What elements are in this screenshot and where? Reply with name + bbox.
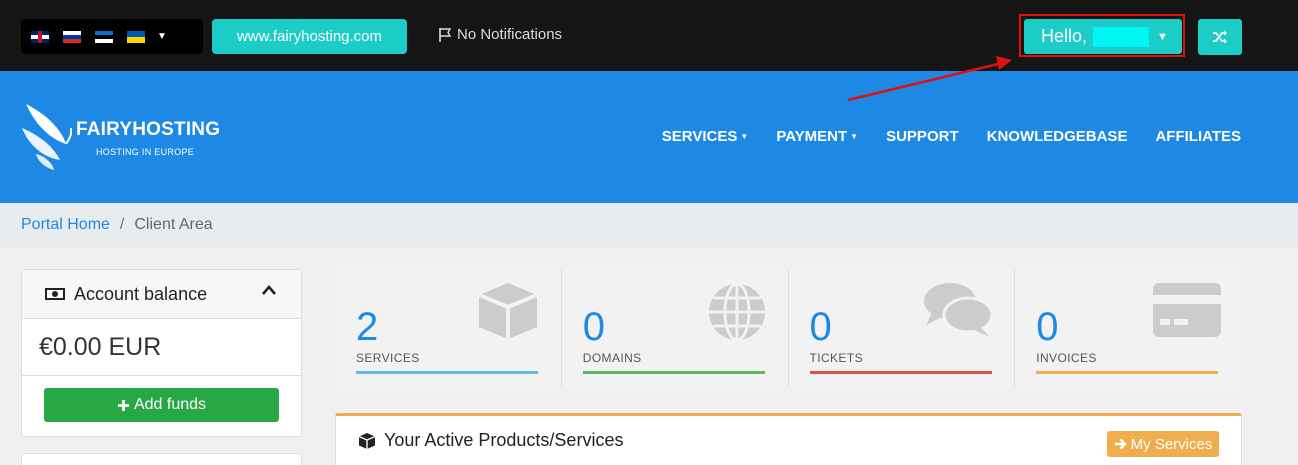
stat-bar <box>1036 371 1219 374</box>
credit-card-icon <box>1153 283 1221 337</box>
add-funds-label: Add funds <box>133 396 207 413</box>
stat-label: DOMAINS <box>582 351 642 365</box>
stat-bar <box>582 371 765 374</box>
nav-label: AFFILIATES <box>1155 128 1241 145</box>
notifications[interactable]: No Notifications <box>437 26 562 43</box>
comments-icon <box>924 283 994 337</box>
my-services-label: My Services <box>1130 435 1213 453</box>
site-header: FAIRYHOSTING HOSTING IN EUROPE SERVICES … <box>0 71 1298 203</box>
logo-tagline: HOSTING IN EUROPE <box>96 147 195 157</box>
breadcrumb-current: Client Area <box>134 216 213 233</box>
stat-count: 0 <box>582 305 605 349</box>
my-services-button[interactable]: My Services <box>1107 431 1219 457</box>
stat-tile-tickets[interactable]: 0 TICKETS <box>789 269 1016 387</box>
nav-item-knowledgebase[interactable]: KNOWLEDGEBASE <box>987 128 1128 145</box>
nav-item-affiliates[interactable]: AFFILIATES <box>1155 128 1241 145</box>
breadcrumb: Portal Home / Client Area <box>0 203 1298 247</box>
caret-down-icon[interactable]: ▼ <box>157 31 167 42</box>
stat-bar <box>809 371 992 374</box>
plus-icon <box>117 399 129 411</box>
sidebar-panel-2 <box>21 453 302 465</box>
nav-item-support[interactable]: SUPPORT <box>886 128 959 145</box>
breadcrumb-separator: / <box>119 216 125 233</box>
stats-tiles: 2 SERVICES 0 DOMAINS 0 TICKETS 0 INVOICE… <box>335 269 1242 387</box>
nav-label: SERVICES <box>661 128 738 145</box>
redacted-username <box>1093 26 1150 47</box>
caret-down-icon: ▼ <box>1157 30 1168 43</box>
caret-down-icon: ▼ <box>740 132 749 141</box>
hello-label: Hello, <box>1041 26 1088 46</box>
money-icon <box>45 288 65 300</box>
chevron-up-icon[interactable] <box>261 284 277 296</box>
logo-name[interactable]: FAIRYHOSTING <box>76 119 220 141</box>
stat-tile-domains[interactable]: 0 DOMAINS <box>562 269 789 387</box>
flag-uk-icon[interactable] <box>31 30 49 43</box>
panel-title: Account balance <box>74 283 208 304</box>
top-bar: ▼ www.fairyhosting.com No Notifications … <box>0 0 1298 71</box>
add-funds-button[interactable]: Add funds <box>44 388 279 422</box>
language-selector[interactable]: ▼ <box>21 19 203 54</box>
flag-ru-icon[interactable] <box>63 30 81 43</box>
active-products-panel: Your Active Products/Services My Service… <box>335 413 1242 465</box>
main-nav: SERVICES ▼ PAYMENT ▼ SUPPORT KNOWLEDGEBA… <box>662 128 1241 145</box>
flag-ee-icon[interactable] <box>95 30 113 43</box>
butterfly-logo-icon[interactable] <box>22 104 72 170</box>
nav-item-payment[interactable]: PAYMENT ▼ <box>776 128 858 145</box>
nav-label: KNOWLEDGEBASE <box>986 128 1128 145</box>
cube-icon <box>477 283 538 339</box>
panel-header[interactable]: Account balance <box>22 270 301 319</box>
stat-label: TICKETS <box>809 351 863 365</box>
stat-label: INVOICES <box>1036 351 1097 365</box>
flag-ua-icon[interactable] <box>127 30 145 43</box>
notifications-label: No Notifications <box>457 26 563 43</box>
breadcrumb-home-link[interactable]: Portal Home <box>21 216 110 234</box>
balance-amount: €0.00 EUR <box>22 319 301 376</box>
panel-title: Your Active Products/Services <box>358 430 623 451</box>
flag-icon <box>439 27 452 42</box>
site-link-button[interactable]: www.fairyhosting.com <box>212 19 407 54</box>
stat-count: 2 <box>356 305 379 349</box>
nav-item-services[interactable]: SERVICES ▼ <box>662 128 749 145</box>
arrow-right-icon <box>1114 438 1127 450</box>
stat-count: 0 <box>809 305 832 349</box>
stat-tile-invoices[interactable]: 0 INVOICES <box>1015 269 1242 387</box>
shuffle-button[interactable] <box>1198 19 1242 55</box>
products-title-label: Your Active Products/Services <box>384 430 624 450</box>
nav-label: PAYMENT <box>776 128 848 145</box>
shuffle-icon <box>1213 30 1227 44</box>
globe-icon <box>708 282 765 342</box>
stat-count: 0 <box>1036 305 1059 349</box>
account-balance-panel: Account balance €0.00 EUR Add funds <box>21 269 302 437</box>
stat-label: SERVICES <box>356 351 420 365</box>
stat-bar <box>356 371 538 374</box>
cube-icon <box>358 432 376 449</box>
user-menu-button[interactable]: Hello, ▼ <box>1024 19 1182 54</box>
nav-label: SUPPORT <box>886 128 959 145</box>
stat-tile-services[interactable]: 2 SERVICES <box>335 269 562 387</box>
caret-down-icon: ▼ <box>850 132 859 141</box>
